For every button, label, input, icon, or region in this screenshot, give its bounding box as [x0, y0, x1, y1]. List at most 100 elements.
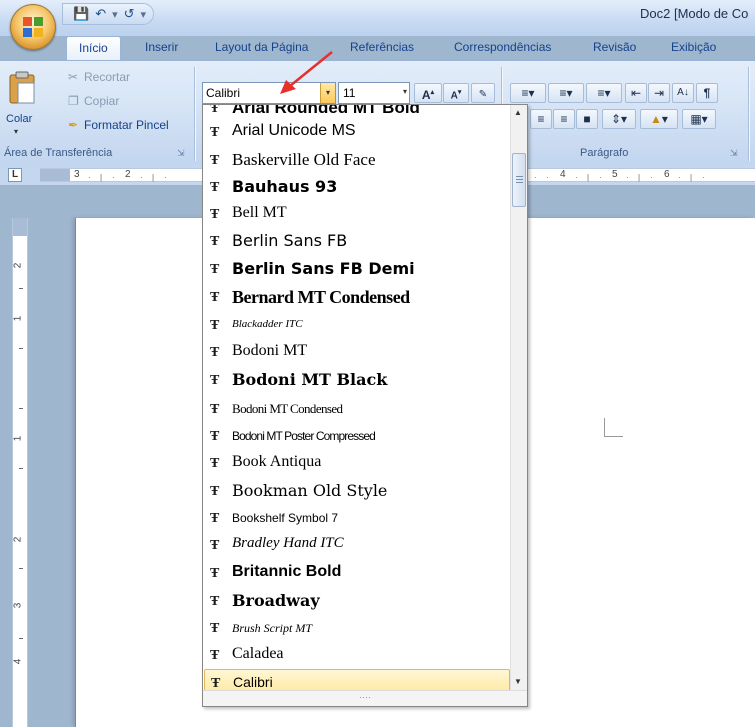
- line-spacing-button[interactable]: ⇕▾: [602, 109, 636, 129]
- ruler-tick: ·: [88, 173, 91, 182]
- undo-icon[interactable]: ↶: [95, 6, 106, 22]
- borders-button[interactable]: ▦▾: [682, 109, 716, 129]
- ruler-tick: |: [152, 173, 155, 182]
- customize-toolbar-icon[interactable]: ▾: [141, 8, 147, 21]
- office-button[interactable]: [10, 4, 56, 50]
- tab-selector[interactable]: L: [8, 168, 22, 182]
- truetype-icon: Ŧ: [210, 207, 220, 222]
- font-item-bodoni-mt[interactable]: Ŧ Bodoni MT: [204, 339, 510, 366]
- ruler-tick: ·: [702, 173, 705, 182]
- truetype-icon: Ŧ: [210, 234, 220, 249]
- ruler-tick: ·: [650, 173, 653, 182]
- vertical-ruler-number: 2: [12, 262, 24, 269]
- shading-icon: ▲: [650, 112, 662, 126]
- shading-button[interactable]: ▲▾: [640, 109, 678, 129]
- ruler-number: 5: [612, 169, 618, 180]
- paste-icon[interactable]: [8, 71, 36, 105]
- font-item-bodoni-mt-condensed[interactable]: Ŧ Bodoni MT Condensed: [204, 396, 510, 423]
- copy-button[interactable]: ❐ Copiar: [68, 94, 119, 108]
- tab-referencias[interactable]: Referências: [350, 40, 414, 54]
- font-item-bradley-hand-itc[interactable]: Ŧ Bradley Hand ITC: [204, 532, 510, 559]
- font-item-bell-mt[interactable]: Ŧ Bell MT: [204, 201, 510, 228]
- tab-correspondencias[interactable]: Correspondências: [454, 40, 551, 54]
- sort-button[interactable]: A↓: [672, 83, 694, 103]
- window-title: Doc2 [Modo de Co: [640, 6, 749, 21]
- increase-indent-button[interactable]: ⇥: [648, 83, 670, 103]
- font-item-bookshelf-symbol-7[interactable]: Ŧ Bookshelf Symbol 7: [204, 505, 510, 532]
- increase-indent-icon: ⇥: [653, 86, 665, 100]
- decrease-indent-icon: ⇤: [630, 86, 642, 100]
- font-name-value[interactable]: Calibri: [206, 86, 240, 100]
- clear-formatting-button[interactable]: ✎: [471, 83, 495, 103]
- font-size-combobox[interactable]: 11 ▾: [338, 82, 410, 104]
- resize-grip[interactable]: ····: [203, 690, 527, 706]
- truetype-icon: Ŧ: [210, 290, 220, 305]
- scroll-down-arrow-icon[interactable]: ▼: [514, 677, 522, 686]
- font-item-arial-unicode-ms[interactable]: Ŧ Arial Unicode MS: [204, 119, 510, 146]
- font-size-value[interactable]: 11: [343, 86, 355, 100]
- font-item-berlin-sans-fb[interactable]: Ŧ Berlin Sans FB: [204, 228, 510, 255]
- vertical-ruler-number: 1: [12, 435, 24, 442]
- vertical-ruler-number: 4: [12, 658, 24, 665]
- align-right-button[interactable]: ≡: [553, 109, 575, 129]
- truetype-icon: Ŧ: [210, 456, 220, 471]
- scissors-icon: ✂: [68, 70, 79, 84]
- format-painter-button[interactable]: ✒ Formatar Pincel: [68, 118, 169, 132]
- redo-icon[interactable]: ↺: [124, 6, 135, 22]
- ruler-tick: ·: [112, 173, 115, 182]
- font-item-bodoni-mt-poster-compressed[interactable]: Ŧ Bodoni MT Poster Compressed: [204, 423, 510, 450]
- font-item-book-antiqua[interactable]: Ŧ Book Antiqua: [204, 450, 510, 477]
- borders-icon: ▦: [690, 112, 702, 126]
- font-list-scrollbar[interactable]: ▲ ▼: [510, 105, 527, 690]
- font-item-brush-script-mt[interactable]: Ŧ Brush Script MT: [204, 615, 510, 642]
- paste-button[interactable]: Colar: [6, 113, 32, 125]
- scrollbar-thumb[interactable]: [512, 153, 526, 207]
- ruler-tick: |: [690, 173, 693, 182]
- tab-revisao[interactable]: Revisão: [593, 40, 636, 54]
- scroll-up-arrow-icon[interactable]: ▲: [514, 108, 522, 117]
- ribbon-tabs: Início Inserir Layout da Página Referênc…: [0, 36, 755, 60]
- font-item-baskerville-old-face[interactable]: Ŧ Baskerville Old Face: [204, 147, 510, 174]
- truetype-icon: Ŧ: [210, 484, 220, 499]
- tab-exibicao[interactable]: Exibição: [671, 40, 716, 54]
- vertical-ruler-number: 1: [12, 315, 24, 322]
- ruler-tick: ·: [534, 173, 537, 182]
- undo-dropdown-icon[interactable]: ▾: [112, 8, 118, 21]
- shrink-font-button[interactable]: A▾: [443, 83, 469, 103]
- paragraph-launcher-icon[interactable]: ⇲: [730, 148, 738, 159]
- scrollbar-grip: [516, 182, 523, 183]
- show-marks-button[interactable]: ¶: [696, 83, 718, 103]
- ruler-number: 6: [664, 169, 670, 180]
- justify-icon: ■: [583, 112, 591, 126]
- tab-inserir[interactable]: Inserir: [145, 40, 178, 54]
- truetype-icon: Ŧ: [210, 538, 220, 553]
- justify-button[interactable]: ■: [576, 109, 598, 129]
- font-item-bernard-mt-condensed[interactable]: Ŧ Bernard MT Condensed: [204, 284, 510, 311]
- font-item-bodoni-mt-black[interactable]: Ŧ Bodoni MT Black: [204, 367, 510, 394]
- paste-dropdown-icon[interactable]: ▾: [14, 127, 18, 136]
- bullets-button[interactable]: ≡▾: [510, 83, 546, 103]
- clipboard-launcher-icon[interactable]: ⇲: [177, 148, 185, 159]
- save-icon[interactable]: 💾: [73, 6, 89, 22]
- font-item-caladea[interactable]: Ŧ Caladea: [204, 642, 510, 669]
- tab-inicio[interactable]: Início: [66, 36, 121, 60]
- font-item-bookman-old-style[interactable]: Ŧ Bookman Old Style: [204, 478, 510, 505]
- multilevel-list-button[interactable]: ≡▾: [586, 83, 622, 103]
- font-item-bauhaus-93[interactable]: Ŧ Bauhaus 93: [204, 174, 510, 201]
- vertical-ruler-tick: [19, 288, 23, 289]
- decrease-indent-button[interactable]: ⇤: [625, 83, 647, 103]
- vertical-ruler[interactable]: 2 1 1 2 3 4: [12, 218, 28, 727]
- font-item-broadway[interactable]: Ŧ Broadway: [204, 588, 510, 615]
- font-item-blackadder-itc[interactable]: Ŧ Blackadder ITC: [204, 312, 510, 339]
- align-center-icon: ≡: [537, 112, 545, 126]
- align-center-button[interactable]: ≡: [530, 109, 552, 129]
- ruler-tick: ·: [678, 173, 681, 182]
- grow-font-button[interactable]: A▴: [414, 83, 442, 103]
- font-dropdown-list[interactable]: Ŧ Arial Rounded MT Bold Ŧ Arial Unicode …: [202, 104, 528, 707]
- numbering-button[interactable]: ≡▾: [548, 83, 584, 103]
- font-size-dropdown-arrow-icon[interactable]: ▾: [403, 87, 407, 96]
- cut-button[interactable]: ✂ Recortar: [68, 70, 130, 84]
- format-painter-icon: ✒: [68, 118, 79, 132]
- font-item-berlin-sans-fb-demi[interactable]: Ŧ Berlin Sans FB Demi: [204, 256, 510, 283]
- font-item-britannic-bold[interactable]: Ŧ Britannic Bold: [204, 560, 510, 587]
